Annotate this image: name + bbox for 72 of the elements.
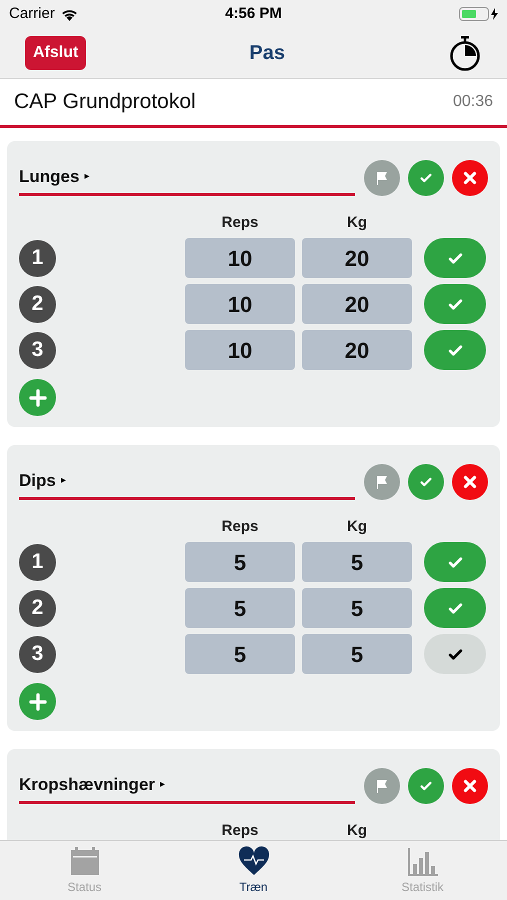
kg-field[interactable]: 20 [302, 238, 412, 278]
column-header: Reps [222, 516, 258, 537]
set-number: 3 [19, 636, 56, 672]
kg-field[interactable]: 5 [302, 542, 412, 582]
clock: 4:56 PM [225, 4, 282, 24]
complete-button[interactable] [408, 768, 444, 804]
reps-field[interactable]: 10 [185, 238, 295, 278]
set-number: 2 [19, 286, 56, 322]
bar-chart-icon [406, 846, 438, 876]
reps-field[interactable]: 10 [185, 330, 295, 370]
calendar-icon [70, 846, 100, 876]
remove-button[interactable] [452, 160, 488, 196]
session-name: CAP Grundprotokol [14, 89, 196, 116]
column-header: Reps [222, 820, 258, 840]
set-number: 1 [19, 544, 56, 580]
stopwatch-icon[interactable] [448, 35, 482, 71]
caret-icon[interactable]: ▸ [160, 777, 166, 792]
reps-field[interactable]: 10 [185, 284, 295, 324]
flag-button[interactable] [364, 160, 400, 196]
kg-field[interactable]: 5 [302, 588, 412, 628]
caret-icon[interactable]: ▸ [84, 169, 90, 184]
set-done-button[interactable] [424, 542, 486, 582]
check-icon [419, 779, 433, 793]
column-header: Kg [347, 820, 367, 840]
exercise-name[interactable]: Lunges [19, 164, 80, 190]
column-header: Kg [347, 212, 367, 233]
set-done-button[interactable] [424, 284, 486, 324]
column-header: Kg [347, 516, 367, 537]
elapsed-time: 00:36 [452, 92, 493, 112]
reps-field[interactable]: 5 [185, 634, 295, 674]
flag-icon [375, 778, 389, 794]
plus-icon [28, 388, 46, 406]
set-done-button[interactable] [424, 238, 486, 278]
set-done-button[interactable] [424, 588, 486, 628]
column-header: Reps [222, 212, 258, 233]
kg-field[interactable]: 5 [302, 634, 412, 674]
exercise-name[interactable]: Kropshævninger [19, 772, 156, 798]
charging-icon [490, 8, 498, 20]
set-number: 1 [19, 240, 56, 276]
set-number: 3 [19, 332, 56, 368]
set-done-button[interactable] [424, 330, 486, 370]
complete-button[interactable] [408, 464, 444, 500]
close-icon [463, 171, 477, 185]
close-icon [463, 475, 477, 489]
afslut-button[interactable]: Afslut [25, 36, 86, 70]
plus-icon [28, 692, 46, 710]
add-set-button[interactable] [19, 379, 56, 416]
complete-button[interactable] [408, 160, 444, 196]
nav-title: Pas [249, 41, 285, 66]
reps-field[interactable]: 5 [185, 588, 295, 628]
battery-icon [458, 7, 489, 21]
check-icon [419, 475, 433, 489]
wifi-icon [60, 8, 78, 20]
flag-button[interactable] [364, 768, 400, 804]
kg-field[interactable]: 20 [302, 330, 412, 370]
remove-button[interactable] [452, 464, 488, 500]
set-done-button[interactable] [424, 634, 486, 674]
flag-icon [375, 474, 389, 490]
carrier-label: Carrier [9, 4, 55, 24]
heart-pulse-icon [238, 846, 270, 876]
add-set-button[interactable] [19, 683, 56, 720]
tab[interactable]: Træn [169, 841, 338, 900]
exercise-name[interactable]: Dips [19, 468, 56, 494]
kg-field[interactable]: 20 [302, 284, 412, 324]
set-number: 2 [19, 590, 56, 626]
close-icon [463, 779, 477, 793]
remove-button[interactable] [452, 768, 488, 804]
flag-button[interactable] [364, 464, 400, 500]
caret-icon[interactable]: ▸ [60, 473, 66, 488]
flag-icon [375, 170, 389, 186]
check-icon [419, 171, 433, 185]
reps-field[interactable]: 5 [185, 542, 295, 582]
